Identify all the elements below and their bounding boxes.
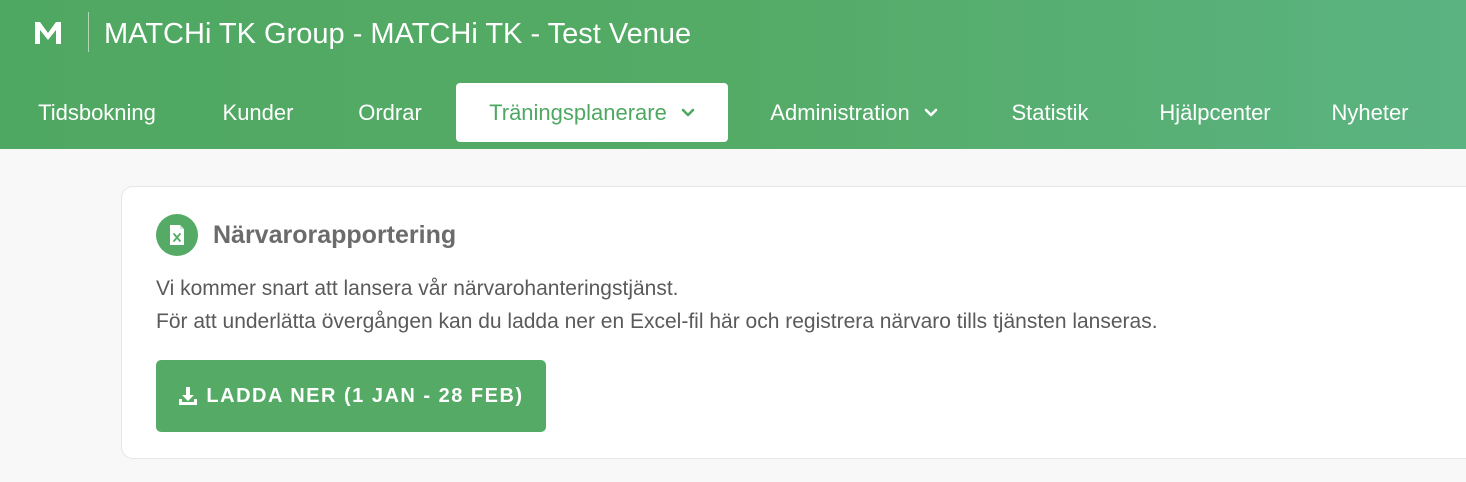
nav-item-tidsbokning[interactable]: Tidsbokning [22,83,172,142]
excel-file-icon [156,214,198,256]
header-divider [88,12,89,52]
nav-item-administration[interactable]: Administration [752,83,956,142]
top-header: MATCHi TK Group - MATCHi TK - Test Venue… [0,0,1466,149]
nav-item-label: Hjälpcenter [1159,99,1271,125]
nav-item-ordrar[interactable]: Ordrar [344,83,436,142]
description-line-2: För att underlätta övergången kan du lad… [156,310,1158,333]
main-nav: Tidsbokning Kunder Ordrar Träningsplaner… [0,83,1466,142]
nav-item-label: Statistik [1011,99,1089,125]
nav-item-statistik[interactable]: Statistik [996,83,1104,142]
nav-item-label: Nyheter [1331,99,1409,125]
matchi-logo[interactable] [30,18,66,48]
nav-item-label: Tidsbokning [38,99,156,125]
app-title: MATCHi TK Group - MATCHi TK - Test Venue [104,18,692,50]
nav-item-label: Ordrar [358,99,422,125]
nav-item-kunder[interactable]: Kunder [206,83,310,142]
description-line-1: Vi kommer snart att lansera vår närvaroh… [156,277,679,300]
nav-item-label: Träningsplanerare [489,99,667,125]
attendance-report-card: Närvarorapportering Vi kommer snart att … [121,186,1466,459]
card-title: Närvarorapportering [213,221,457,249]
chevron-down-icon [681,108,695,118]
download-button[interactable]: LADDA NER (1 JAN - 28 FEB) [156,360,546,432]
nav-item-traningsplanerare[interactable]: Träningsplanerare [456,83,728,142]
nav-item-label: Administration [770,99,910,125]
nav-item-label: Kunder [222,99,294,125]
chevron-down-icon [924,108,938,118]
nav-item-hjalpcenter[interactable]: Hjälpcenter [1144,83,1286,142]
download-icon [178,386,198,406]
nav-item-nyheter[interactable]: Nyheter [1316,83,1424,142]
download-button-label: LADDA NER (1 JAN - 28 FEB) [206,384,524,407]
